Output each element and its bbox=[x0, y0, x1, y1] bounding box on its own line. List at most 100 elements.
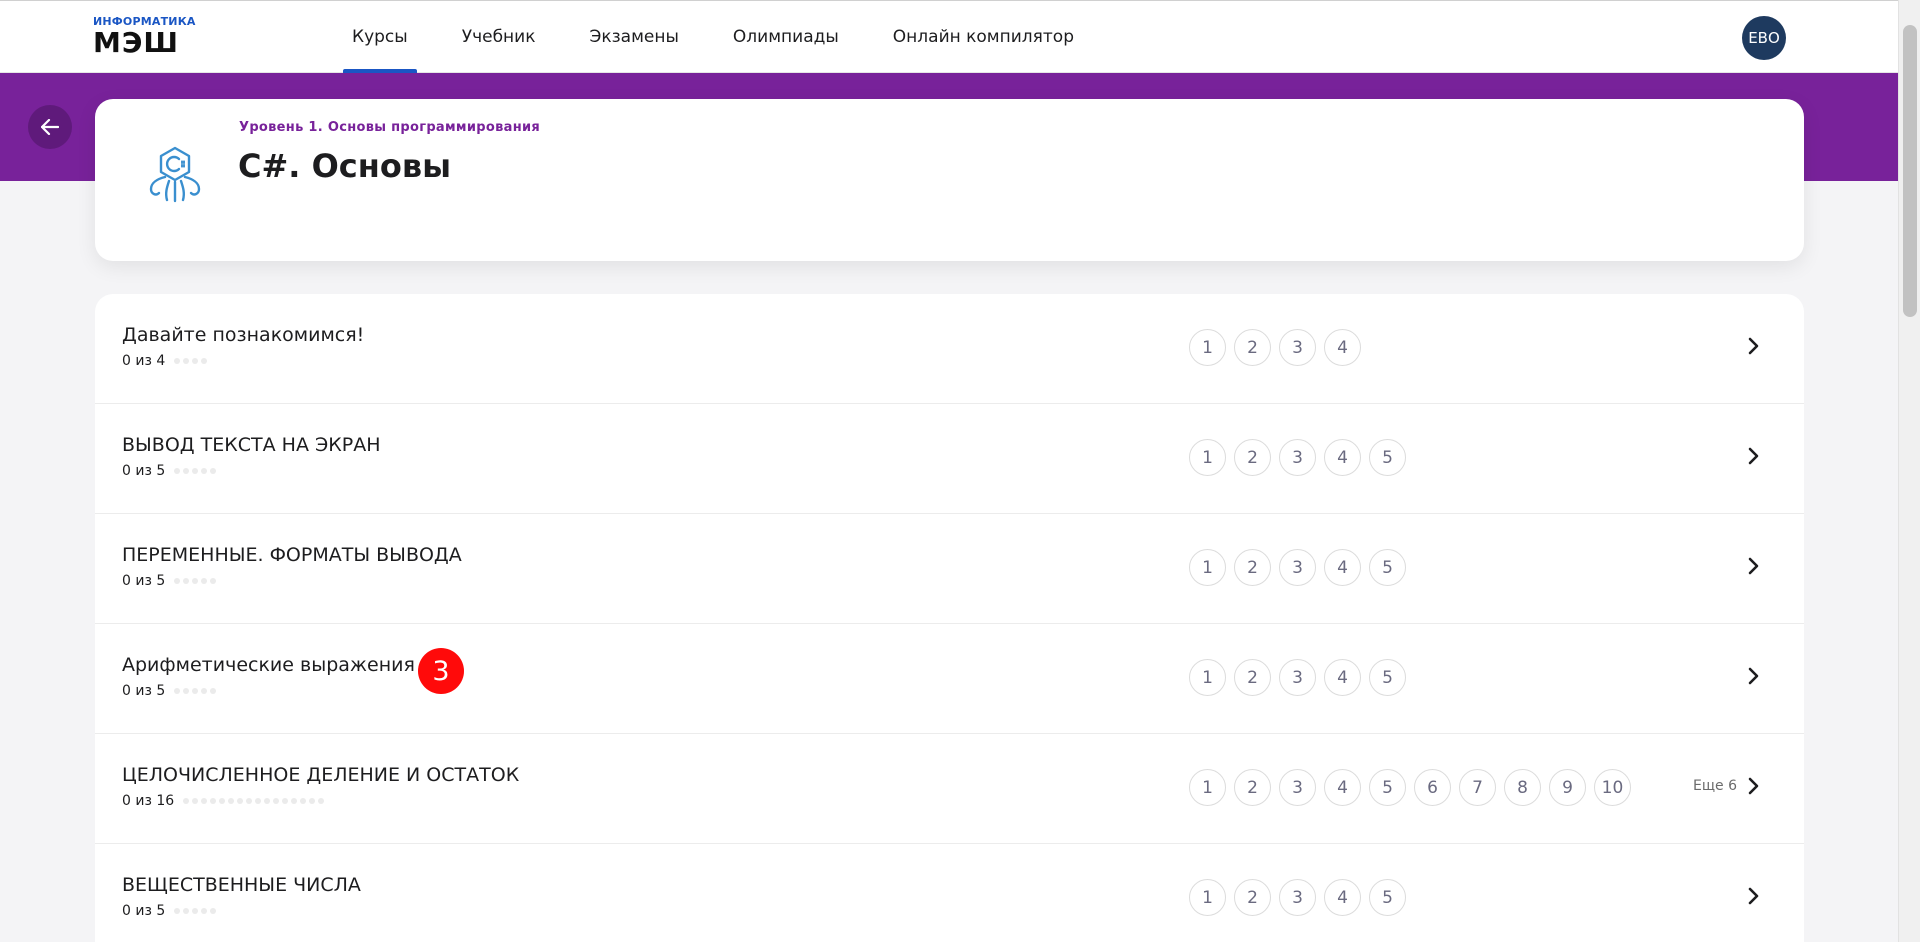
scrollbar-thumb[interactable] bbox=[1903, 25, 1917, 317]
task-circle[interactable]: 4 bbox=[1324, 659, 1361, 696]
nav-item[interactable]: Онлайн компилятор bbox=[884, 1, 1083, 73]
task-circle[interactable]: 5 bbox=[1369, 769, 1406, 806]
task-circle[interactable]: 6 bbox=[1414, 769, 1451, 806]
lesson-title[interactable]: Арифметические выражения bbox=[122, 654, 415, 676]
progress-dots bbox=[174, 908, 219, 914]
task-circle[interactable]: 1 bbox=[1189, 329, 1226, 366]
task-circle[interactable]: 5 bbox=[1369, 659, 1406, 696]
lesson-title[interactable]: Давайте познакомимся! bbox=[122, 324, 364, 346]
task-circle[interactable]: 8 bbox=[1504, 769, 1541, 806]
task-circle[interactable]: 3 bbox=[1279, 439, 1316, 476]
main-nav: Курсы Учебник Экзамены Олимпиады Онлайн комп… bbox=[343, 1, 1119, 73]
progress-dot bbox=[192, 468, 199, 474]
chevron-right-icon[interactable] bbox=[1745, 336, 1761, 360]
task-circle[interactable]: 2 bbox=[1234, 549, 1271, 586]
task-circle[interactable]: 4 bbox=[1324, 549, 1361, 586]
task-list: 12345 bbox=[1189, 879, 1414, 916]
progress-dot bbox=[309, 798, 316, 804]
task-circle[interactable]: 2 bbox=[1234, 879, 1271, 916]
chevron-right-icon[interactable] bbox=[1745, 776, 1761, 800]
lesson-row[interactable]: Давайте познакомимся! 0 из 4 1234 bbox=[95, 294, 1804, 404]
top-header: ИНФОРМАТИКА МЭШ Курсы Учебник Экзамены Олим… bbox=[0, 0, 1898, 73]
more-tasks-link[interactable]: Еще 6 bbox=[1693, 778, 1737, 794]
task-list: 12345 bbox=[1189, 549, 1414, 586]
task-circle[interactable]: 2 bbox=[1234, 329, 1271, 366]
task-circle[interactable]: 4 bbox=[1324, 769, 1361, 806]
course-level: Уровень 1. Основы программирования bbox=[239, 120, 541, 135]
progress-dot bbox=[273, 798, 280, 804]
task-circle[interactable]: 3 bbox=[1279, 549, 1316, 586]
nav-item[interactable]: Олимпиады bbox=[724, 1, 848, 73]
task-circle[interactable]: 5 bbox=[1369, 439, 1406, 476]
task-circle[interactable]: 10 bbox=[1594, 769, 1631, 806]
task-circle[interactable]: 3 bbox=[1279, 769, 1316, 806]
task-list: 1234 bbox=[1189, 329, 1369, 366]
task-list: 12345 bbox=[1189, 439, 1414, 476]
progress-dot bbox=[237, 798, 244, 804]
chevron-right-icon[interactable] bbox=[1745, 886, 1761, 910]
task-circle[interactable]: 4 bbox=[1324, 329, 1361, 366]
progress-dot bbox=[201, 688, 208, 694]
lesson-progress-count: 0 из 16 bbox=[122, 793, 175, 809]
lesson-progress: 0 из 4 bbox=[122, 353, 210, 369]
lesson-title[interactable]: ЦЕЛОЧИСЛЕННОЕ ДЕЛЕНИЕ И ОСТАТОК bbox=[122, 764, 519, 786]
task-circle[interactable]: 5 bbox=[1369, 879, 1406, 916]
logo-big-text: МЭШ bbox=[93, 26, 180, 59]
lesson-progress-count: 0 из 5 bbox=[122, 903, 166, 919]
nav-item[interactable]: Экзамены bbox=[580, 1, 687, 73]
scrollbar[interactable] bbox=[1898, 0, 1920, 942]
progress-dot bbox=[174, 688, 181, 694]
task-circle[interactable]: 3 bbox=[1279, 329, 1316, 366]
lesson-row[interactable]: Арифметические выражения 0 из 5 12345 bbox=[95, 624, 1804, 734]
task-circle[interactable]: 5 bbox=[1369, 549, 1406, 586]
course-card: Уровень 1. Основы программирования C#. О… bbox=[95, 99, 1804, 261]
csharp-course-icon bbox=[145, 145, 205, 209]
progress-dot bbox=[219, 798, 226, 804]
logo[interactable]: ИНФОРМАТИКА МЭШ bbox=[93, 15, 196, 58]
progress-dot bbox=[210, 908, 217, 914]
progress-dots bbox=[174, 358, 210, 364]
lesson-progress-count: 0 из 5 bbox=[122, 683, 166, 699]
progress-dot bbox=[201, 358, 208, 364]
progress-dot bbox=[174, 468, 181, 474]
nav-item[interactable]: Учебник bbox=[453, 1, 545, 73]
lesson-progress-count: 0 из 4 bbox=[122, 353, 166, 369]
progress-dot bbox=[183, 468, 190, 474]
avatar[interactable]: ЕВО bbox=[1742, 16, 1786, 60]
lesson-progress-count: 0 из 5 bbox=[122, 573, 166, 589]
task-circle[interactable]: 3 bbox=[1279, 879, 1316, 916]
lesson-row[interactable]: ЦЕЛОЧИСЛЕННОЕ ДЕЛЕНИЕ И ОСТАТОК 0 из 16 1 2… bbox=[95, 734, 1804, 844]
lesson-title[interactable]: ВЕЩЕСТВЕННЫЕ ЧИСЛА bbox=[122, 874, 361, 896]
task-circle[interactable]: 1 bbox=[1189, 769, 1226, 806]
lesson-row[interactable]: ВЫВОД ТЕКСТА НА ЭКРАН 0 из 5 12345 bbox=[95, 404, 1804, 514]
task-circle[interactable]: 7 bbox=[1459, 769, 1496, 806]
task-circle[interactable]: 2 bbox=[1234, 769, 1271, 806]
task-circle[interactable]: 1 bbox=[1189, 879, 1226, 916]
progress-dots bbox=[183, 798, 327, 804]
chevron-right-icon[interactable] bbox=[1745, 556, 1761, 580]
task-circle[interactable]: 1 bbox=[1189, 439, 1226, 476]
task-circle[interactable]: 2 bbox=[1234, 439, 1271, 476]
task-circle[interactable]: 4 bbox=[1324, 439, 1361, 476]
lesson-title[interactable]: ВЫВОД ТЕКСТА НА ЭКРАН bbox=[122, 434, 381, 456]
progress-dot bbox=[183, 798, 190, 804]
lesson-row[interactable]: ПЕРЕМЕННЫЕ. ФОРМАТЫ ВЫВОДА 0 из 5 12345 bbox=[95, 514, 1804, 624]
task-circle[interactable]: 2 bbox=[1234, 659, 1271, 696]
progress-dots bbox=[174, 688, 219, 694]
chevron-right-icon[interactable] bbox=[1745, 666, 1761, 690]
task-circle[interactable]: 9 bbox=[1549, 769, 1586, 806]
task-circle[interactable]: 3 bbox=[1279, 659, 1316, 696]
progress-dot bbox=[192, 358, 199, 364]
chevron-right-icon[interactable] bbox=[1745, 446, 1761, 470]
progress-dot bbox=[318, 798, 325, 804]
lesson-progress: 0 из 5 bbox=[122, 573, 219, 589]
task-circle[interactable]: 1 bbox=[1189, 659, 1226, 696]
task-circle[interactable]: 4 bbox=[1324, 879, 1361, 916]
task-circle[interactable]: 1 bbox=[1189, 549, 1226, 586]
lesson-title[interactable]: ПЕРЕМЕННЫЕ. ФОРМАТЫ ВЫВОДА bbox=[122, 544, 462, 566]
lesson-row[interactable]: ВЕЩЕСТВЕННЫЕ ЧИСЛА 0 из 5 12345 bbox=[95, 844, 1804, 942]
back-button[interactable] bbox=[28, 105, 72, 149]
progress-dot bbox=[264, 798, 271, 804]
progress-dot bbox=[174, 908, 181, 914]
nav-item[interactable]: Курсы bbox=[343, 1, 417, 73]
